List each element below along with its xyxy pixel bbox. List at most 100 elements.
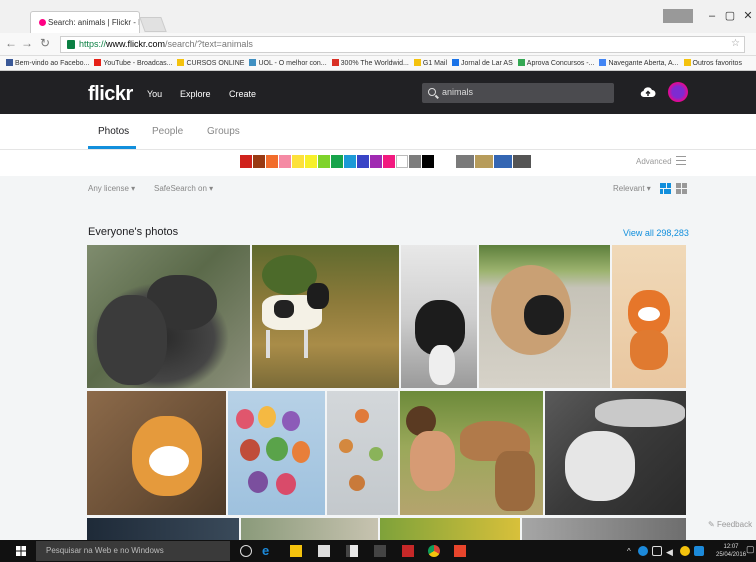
tray-icon-1[interactable] bbox=[638, 546, 648, 556]
view-all-link[interactable]: View all 298,283 bbox=[623, 228, 689, 238]
photo-row3-4[interactable] bbox=[522, 518, 686, 540]
photo-plush-fox[interactable] bbox=[612, 245, 686, 388]
bookmark-item[interactable]: Navegante Aberta, A... bbox=[599, 59, 679, 67]
color-swatch[interactable] bbox=[292, 155, 304, 168]
bookmark-label: Navegante Aberta, A... bbox=[608, 60, 679, 67]
sort-dropdown[interactable]: Relevant ▾ bbox=[613, 184, 651, 193]
bookmark-item[interactable]: YouTube - Broadcas... bbox=[94, 59, 172, 67]
bookmark-favicon-icon bbox=[413, 59, 421, 66]
bookmark-item[interactable]: Aprova Concursos -... bbox=[517, 59, 594, 67]
bookmark-item[interactable]: UOL - O melhor con... bbox=[249, 59, 327, 67]
filter-menu-icon[interactable] bbox=[676, 156, 686, 165]
safesearch-filter[interactable]: SafeSearch on ▾ bbox=[154, 184, 213, 193]
volume-icon[interactable]: ◀ bbox=[666, 547, 673, 558]
task-view-icon[interactable] bbox=[240, 545, 252, 557]
color-swatch[interactable] bbox=[396, 155, 408, 168]
store-icon[interactable] bbox=[318, 545, 330, 557]
feedback-icon: ✎ bbox=[708, 520, 717, 529]
bookmark-item[interactable]: G1 Mail bbox=[413, 59, 447, 67]
color-swatch[interactable] bbox=[370, 155, 382, 168]
color-swatch[interactable] bbox=[305, 155, 317, 168]
tab-people[interactable]: People bbox=[152, 126, 183, 137]
photo-mobile-toy[interactable] bbox=[327, 391, 398, 515]
photo-cow[interactable] bbox=[252, 245, 399, 388]
photo-gorillas[interactable] bbox=[87, 245, 250, 388]
bookmark-item[interactable]: 300% The Worldwid... bbox=[331, 59, 409, 67]
forward-arrow-icon[interactable]: → bbox=[20, 36, 34, 50]
back-arrow-icon[interactable]: ← bbox=[4, 36, 18, 50]
address-bar[interactable]: https://www.flickr.com/search/?text=anim… bbox=[60, 36, 745, 53]
windows-search-input[interactable]: Pesquisar na Web e no Windows bbox=[36, 541, 230, 561]
browser-tab[interactable]: Search: animals | Flickr - F bbox=[30, 11, 140, 33]
bookmark-item[interactable]: Bem-vindo ao Facebo... bbox=[6, 59, 89, 67]
system-clock[interactable]: 12:07 25/04/2016 bbox=[716, 543, 746, 559]
bookmark-item[interactable]: Jornal de Lar AS bbox=[452, 59, 513, 67]
bookmark-item[interactable]: Outros favoritos bbox=[683, 59, 742, 67]
bookmark-label: YouTube - Broadcas... bbox=[103, 60, 173, 67]
photo-girl-and-horse[interactable] bbox=[400, 391, 543, 515]
nav-explore[interactable]: Explore bbox=[180, 89, 211, 99]
search-input[interactable]: animals bbox=[422, 83, 614, 103]
color-swatch[interactable] bbox=[383, 155, 395, 168]
tab-photos[interactable]: Photos bbox=[98, 126, 129, 137]
color-swatch[interactable] bbox=[318, 155, 330, 168]
close-button[interactable]: ✕ bbox=[740, 8, 756, 24]
app-icon[interactable] bbox=[346, 545, 358, 557]
photo-owl-crafts[interactable] bbox=[228, 391, 325, 515]
avatar[interactable] bbox=[668, 82, 688, 102]
edge-icon[interactable]: e bbox=[262, 544, 274, 557]
bookmark-favicon-icon bbox=[94, 59, 102, 66]
bookmark-label: UOL - O melhor con... bbox=[258, 60, 327, 67]
photo-white-goat[interactable] bbox=[545, 391, 686, 515]
nav-create[interactable]: Create bbox=[229, 89, 256, 99]
color-swatch[interactable] bbox=[409, 155, 421, 168]
license-filter[interactable]: Any license ▾ bbox=[88, 184, 135, 193]
color-swatch[interactable] bbox=[344, 155, 356, 168]
photo-row3-2[interactable] bbox=[241, 518, 378, 540]
browser-tab-title: Search: animals | Flickr - F bbox=[48, 18, 140, 27]
tray-icon-3[interactable] bbox=[694, 546, 704, 556]
photo-row3-1[interactable] bbox=[87, 518, 239, 540]
profile-button[interactable] bbox=[663, 9, 693, 23]
color-swatch[interactable] bbox=[266, 155, 278, 168]
style-swatch[interactable] bbox=[456, 155, 474, 168]
maximize-button[interactable]: ▢ bbox=[722, 8, 738, 24]
photo-dog-and-puppy[interactable] bbox=[479, 245, 610, 388]
style-swatch[interactable] bbox=[513, 155, 531, 168]
tray-icon-2[interactable] bbox=[680, 546, 690, 556]
justified-view-icon[interactable] bbox=[660, 183, 671, 194]
star-icon[interactable]: ☆ bbox=[731, 38, 740, 49]
nav-you[interactable]: You bbox=[147, 89, 162, 99]
file-explorer-icon[interactable] bbox=[290, 545, 302, 557]
style-swatch[interactable] bbox=[475, 155, 493, 168]
upload-cloud-icon[interactable] bbox=[640, 85, 656, 99]
bookmark-item[interactable]: CURSOS ONLINE bbox=[177, 59, 244, 67]
license-filter-label: Any license bbox=[88, 184, 129, 193]
feedback-button[interactable]: ✎ Feedback bbox=[706, 518, 755, 531]
acrobat-icon[interactable] bbox=[454, 545, 466, 557]
grid-view-icon[interactable] bbox=[676, 183, 687, 194]
photo-corgi-puppy[interactable] bbox=[87, 391, 226, 515]
reload-icon[interactable]: ↻ bbox=[38, 36, 52, 50]
notification-icon[interactable]: ▢ bbox=[746, 544, 755, 555]
color-swatch[interactable] bbox=[357, 155, 369, 168]
chrome-icon[interactable] bbox=[428, 545, 440, 557]
photo-row3-3[interactable] bbox=[380, 518, 520, 540]
app-icon-2[interactable] bbox=[374, 545, 386, 557]
network-icon[interactable] bbox=[652, 546, 662, 556]
color-swatch[interactable] bbox=[422, 155, 434, 168]
flickr-favicon-icon bbox=[39, 19, 46, 27]
windows-start-icon[interactable] bbox=[16, 546, 26, 556]
app-icon-3[interactable] bbox=[402, 545, 414, 557]
color-swatch[interactable] bbox=[240, 155, 252, 168]
color-swatch[interactable] bbox=[331, 155, 343, 168]
color-swatch[interactable] bbox=[279, 155, 291, 168]
style-swatch[interactable] bbox=[494, 155, 512, 168]
flickr-logo[interactable]: flickr bbox=[88, 83, 133, 106]
minimize-button[interactable]: – bbox=[704, 8, 720, 24]
advanced-label[interactable]: Advanced bbox=[636, 157, 672, 166]
color-swatch[interactable] bbox=[253, 155, 265, 168]
tab-groups[interactable]: Groups bbox=[207, 126, 240, 137]
tray-chevron-icon[interactable]: ^ bbox=[627, 547, 631, 556]
photo-black-dog[interactable] bbox=[401, 245, 477, 388]
